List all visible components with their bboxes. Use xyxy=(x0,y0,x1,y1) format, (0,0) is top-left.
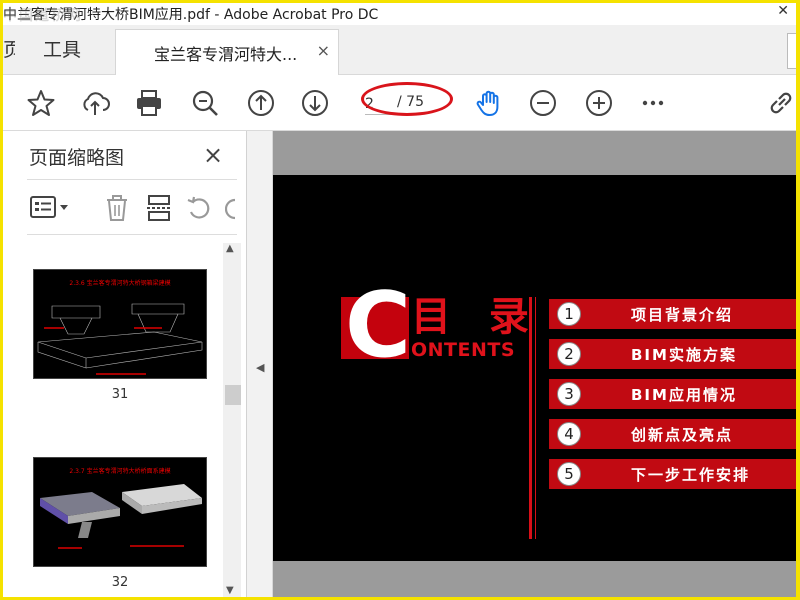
tab-close-icon[interactable]: × xyxy=(317,41,330,60)
zoom-out-icon[interactable] xyxy=(527,87,559,119)
hand-tool-icon[interactable] xyxy=(473,87,505,119)
panel-toolbar xyxy=(27,179,237,235)
collapse-arrow-icon[interactable]: ◀ xyxy=(256,361,264,374)
panel-close-icon[interactable]: × xyxy=(203,141,223,169)
thumbnail-number: 31 xyxy=(111,387,129,402)
thumbnail-page-32[interactable]: 2.3.7 宝兰客专渭河特大桥桥面系建模 xyxy=(33,457,207,567)
item-text: 下一步工作安排 xyxy=(631,466,751,484)
scroll-up-icon[interactable]: ▲ xyxy=(226,243,234,254)
item-text: BIM应用情况 xyxy=(631,386,737,404)
tab-bar: 页 工具 宝兰客专渭河特大... × xyxy=(3,25,796,76)
slide-subtitle: ONTENTS xyxy=(411,339,516,361)
item-number: 2 xyxy=(557,342,581,366)
title-bar: 中兰客专渭河特大桥BIM应用.pdf - Adobe Acrobat Pro D… xyxy=(3,3,796,25)
page-number-highlight xyxy=(361,82,453,116)
star-icon[interactable] xyxy=(25,87,57,119)
item-number: 1 xyxy=(557,302,581,326)
contents-big-letter: C xyxy=(345,273,412,378)
slide-page: C 目 录 ONTENTS 1 项目背景介绍 2 BIM实施方案 3 BIM应用… xyxy=(273,175,796,561)
scrollbar-thumb[interactable] xyxy=(225,385,241,405)
cloud-upload-icon[interactable] xyxy=(79,87,111,119)
thumbnail-scrollbar[interactable]: ▲ ▼ xyxy=(223,243,241,597)
item-number: 4 xyxy=(557,422,581,446)
divider-line-thin xyxy=(535,297,536,539)
tab-overflow[interactable] xyxy=(787,33,796,69)
thumbnail-list: 2.3.6 宝兰客专渭河特大桥钢箱梁建模 31 2.3.7 宝兰客专渭河特大桥桥… xyxy=(11,235,223,597)
contents-item: 1 项目背景介绍 xyxy=(549,299,796,329)
item-text: 项目背景介绍 xyxy=(631,306,734,324)
contents-item: 4 创新点及亮点 xyxy=(549,419,796,449)
contents-item: 2 BIM实施方案 xyxy=(549,339,796,369)
rotate-more-icon[interactable] xyxy=(224,194,237,226)
tab-document[interactable]: 宝兰客专渭河特大... × xyxy=(115,29,339,76)
delete-page-icon[interactable] xyxy=(103,194,131,226)
item-number: 3 xyxy=(557,382,581,406)
share-link-icon[interactable] xyxy=(765,87,796,119)
panel-title: 页面缩略图 xyxy=(29,147,125,169)
thumbnail-model-image xyxy=(37,303,203,375)
slide-title: 目 录 xyxy=(411,294,541,340)
thumbnail-page-31[interactable]: 2.3.6 宝兰客专渭河特大桥钢箱梁建模 xyxy=(33,269,207,379)
item-text: BIM实施方案 xyxy=(631,346,737,364)
print-icon[interactable] xyxy=(133,87,165,119)
thumbnail-number: 32 xyxy=(111,575,129,590)
contents-item: 3 BIM应用情况 xyxy=(549,379,796,409)
page-up-icon[interactable] xyxy=(245,87,277,119)
tab-tools[interactable]: 工具 xyxy=(43,25,81,75)
watermark: 中国道桥网 xyxy=(3,8,83,24)
contents-big-letter-box: C xyxy=(341,281,411,371)
zoom-in-icon[interactable] xyxy=(583,87,615,119)
rotate-page-icon[interactable] xyxy=(185,194,213,226)
tab-home[interactable]: 页 xyxy=(3,25,15,75)
insert-page-icon[interactable] xyxy=(145,194,173,226)
zoom-search-icon[interactable] xyxy=(189,87,221,119)
contents-item: 5 下一步工作安排 xyxy=(549,459,796,489)
thumbnail-model-image xyxy=(40,484,202,549)
item-number: 5 xyxy=(557,462,581,486)
window-close-icon[interactable]: ✕ xyxy=(777,3,789,19)
app-window: 中兰客专渭河特大桥BIM应用.pdf - Adobe Acrobat Pro D… xyxy=(0,0,800,600)
page-thumbnails-panel: 页面缩略图 × 2.3.6 宝兰客专渭河特大桥钢箱梁建模 31 2.3.7 宝兰… xyxy=(3,131,247,597)
scroll-down-icon[interactable]: ▼ xyxy=(226,585,234,596)
divider-line xyxy=(529,297,532,539)
document-view[interactable]: C 目 录 ONTENTS 1 项目背景介绍 2 BIM实施方案 3 BIM应用… xyxy=(273,131,796,597)
thumbnail-options-icon[interactable] xyxy=(29,194,71,224)
item-text: 创新点及亮点 xyxy=(631,426,734,444)
page-down-icon[interactable] xyxy=(299,87,331,119)
tab-document-label: 宝兰客专渭河特大... xyxy=(154,45,298,64)
panel-collapse-strip[interactable]: ◀ xyxy=(247,131,273,597)
more-icon[interactable] xyxy=(637,87,669,119)
